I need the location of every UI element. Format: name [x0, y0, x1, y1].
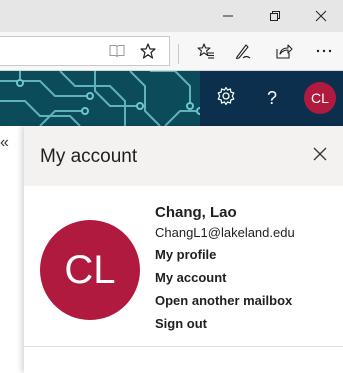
account-panel-header: My account — [24, 126, 343, 186]
sign-out-link[interactable]: Sign out — [155, 316, 207, 331]
more-button[interactable] — [310, 37, 338, 65]
more-icon — [316, 49, 332, 53]
add-favorite-button[interactable] — [134, 37, 162, 65]
avatar-initials: CL — [311, 90, 329, 106]
browser-toolbar — [0, 32, 343, 71]
close-icon — [313, 147, 327, 166]
browser-title-bar — [0, 0, 343, 32]
share-icon — [275, 43, 293, 59]
chevron-left-icon: « — [0, 134, 9, 151]
my-profile-link[interactable]: My profile — [155, 247, 216, 262]
close-panel-button[interactable] — [308, 144, 332, 168]
help-button[interactable]: ? — [262, 86, 282, 110]
share-button[interactable] — [270, 37, 298, 65]
toolbar-separator — [178, 44, 179, 64]
favorites-hub-button[interactable] — [192, 37, 220, 65]
user-email: ChangL1@lakeland.edu — [155, 225, 295, 240]
open-another-mailbox-link[interactable]: Open another mailbox — [155, 293, 292, 308]
background-mail-pane — [0, 126, 24, 373]
collapse-nav-button[interactable]: « — [0, 134, 9, 152]
header-banner — [0, 71, 343, 126]
favorites-hub-icon — [197, 43, 215, 59]
minimize-icon — [222, 10, 234, 22]
settings-button[interactable] — [214, 86, 238, 110]
avatar-initials: CL — [64, 247, 116, 292]
minimize-button[interactable] — [205, 0, 251, 32]
user-name: Chang, Lao — [155, 204, 237, 221]
close-window-button[interactable] — [298, 0, 343, 32]
account-panel: My account CL Chang, Lao ChangL1@lakelan… — [24, 126, 343, 373]
account-avatar-button[interactable]: CL — [304, 82, 336, 114]
close-icon — [315, 10, 327, 22]
pen-notes-button[interactable] — [229, 37, 257, 65]
favorite-star-icon — [140, 43, 156, 59]
restore-button[interactable] — [252, 0, 298, 32]
panel-title: My account — [40, 146, 138, 167]
reading-view-button[interactable] — [103, 37, 131, 65]
gear-icon — [216, 86, 236, 111]
restore-icon — [269, 10, 281, 22]
panel-divider — [24, 346, 343, 347]
my-account-link[interactable]: My account — [155, 270, 227, 285]
reading-view-icon — [109, 44, 125, 58]
help-icon: ? — [266, 87, 277, 108]
user-avatar: CL — [40, 220, 140, 320]
pen-notes-icon — [234, 42, 252, 60]
